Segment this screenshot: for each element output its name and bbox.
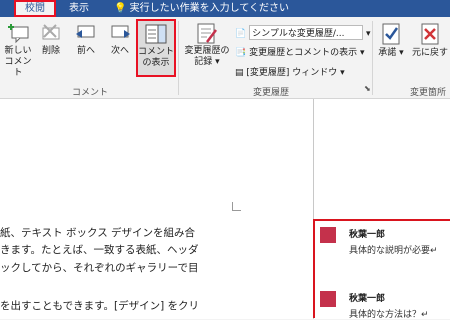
dialog-launcher-icon[interactable]: ⬊ <box>364 84 371 93</box>
comments-highlight: 秋葉一郎 具体的な説明が必要↵ 秋葉一郎 具体的な方法は？↵ <box>313 219 450 320</box>
show-markup-icon: 📑 <box>235 48 247 58</box>
tab-review[interactable]: 校閲 <box>14 0 56 17</box>
avatar <box>320 227 336 243</box>
track-changes-icon <box>197 23 217 44</box>
tell-me-text: 実行したい作業を入力してください <box>129 3 290 14</box>
group-separator <box>178 21 179 95</box>
track-changes-button[interactable]: 変更履歴の 記録 ▾ <box>181 22 233 68</box>
show-comments-label-2: の表示 <box>142 58 170 68</box>
document-line: を出すこともできます。[デザイン] をクリ <box>0 300 200 312</box>
margin-corner-mark <box>232 202 241 211</box>
chevron-down-icon: ▾ <box>359 48 365 58</box>
track-changes-label-1: 変更履歴の <box>184 46 230 56</box>
reviewing-pane-button[interactable]: ▤ [変更履歴] ウィンドウ ▾ <box>235 65 345 78</box>
display-for-review-select[interactable]: シンプルな変更履歴/... <box>249 25 364 40</box>
track-changes-label-2: 記録 ▾ <box>194 57 220 67</box>
group-separator <box>372 21 373 95</box>
display-for-review-value: シンプルな変更履歴/... <box>252 29 345 39</box>
show-markup-button[interactable]: 📑 変更履歴とコメントの表示 ▾ <box>235 45 365 58</box>
avatar <box>320 291 336 307</box>
tab-view[interactable]: 表示 <box>62 0 96 17</box>
dropdown-arrow-icon[interactable]: ▾ <box>366 29 371 39</box>
document-page[interactable]: 紙、テキスト ボックス デザインを組み合 きます。たとえば、一致する表紙、ヘッダ… <box>0 99 314 319</box>
reject-icon <box>421 23 439 45</box>
ribbon: 新しい コメント 削除 前へ 次へ コメント の表示 コメント 変更履歴の 記録… <box>0 17 450 99</box>
previous-arrow-icon <box>76 25 95 38</box>
accept-icon <box>382 23 400 45</box>
previous-label: 前へ <box>76 46 95 56</box>
chevron-down-icon: ▾ <box>340 68 345 78</box>
new-comment-icon <box>8 24 29 44</box>
document-line: 紙、テキスト ボックス デザインを組み合 <box>0 227 196 239</box>
display-review-icon: 📄 <box>235 29 247 39</box>
reviewing-pane-icon: ▤ <box>235 68 244 78</box>
delete-comment-icon <box>42 24 60 40</box>
accept-label-text: 承諾 <box>378 48 397 58</box>
document-area: 紙、テキスト ボックス デザインを組み合 きます。たとえば、一致する表紙、ヘッダ… <box>0 99 450 320</box>
tracking-group-label: 変更履歴 <box>253 88 290 98</box>
show-comments-icon <box>145 24 167 44</box>
accept-label: 承諾 ▾ <box>378 48 404 58</box>
new-comment-button[interactable]: 新しい コメント <box>2 22 34 79</box>
comment-text[interactable]: 具体的な方法は？↵ <box>349 307 429 320</box>
reject-button[interactable]: 元に戻す <box>410 22 450 59</box>
delete-label: 削除 <box>41 46 60 56</box>
document-line: ックしてから、それぞれのギャラリーで目 <box>0 262 199 274</box>
reject-label: 元に戻す <box>411 48 448 58</box>
document-line: きます。たとえば、一致する表紙、ヘッダ <box>0 244 199 256</box>
show-comments-button[interactable]: コメント の表示 <box>136 19 176 77</box>
accept-button[interactable]: 承諾 ▾ <box>376 22 406 59</box>
show-comments-label-1: コメント <box>138 47 175 57</box>
show-markup-label: 変更履歴とコメントの表示 <box>249 48 358 58</box>
ribbon-tab-bar: 校閲 表示 💡 実行したい作業を入力してください <box>0 0 450 17</box>
new-comment-label-1: 新しい <box>4 46 32 56</box>
comment-text[interactable]: 具体的な説明が必要↵ <box>349 243 438 256</box>
new-comment-label-2: コメント <box>4 57 32 78</box>
comment-group-label: コメント <box>72 88 109 98</box>
next-comment-button[interactable]: 次へ <box>106 22 134 57</box>
previous-comment-button[interactable]: 前へ <box>72 22 100 57</box>
track-changes-label-2-text: 記録 <box>194 57 213 67</box>
comment-author: 秋葉一郎 <box>349 294 386 304</box>
lightbulb-icon: 💡 <box>114 3 127 14</box>
next-arrow-icon <box>111 25 130 38</box>
reviewing-pane-label: [変更履歴] ウィンドウ <box>246 68 338 78</box>
comment-author: 秋葉一郎 <box>349 230 386 240</box>
display-for-review-row: 📄 シンプルな変更履歴/... ▾ <box>235 25 371 40</box>
tell-me-search[interactable]: 💡 実行したい作業を入力してください <box>114 0 289 17</box>
changes-group-label: 変更箇所 <box>410 88 447 98</box>
next-label: 次へ <box>110 46 129 56</box>
delete-comment-button[interactable]: 削除 <box>36 22 66 57</box>
